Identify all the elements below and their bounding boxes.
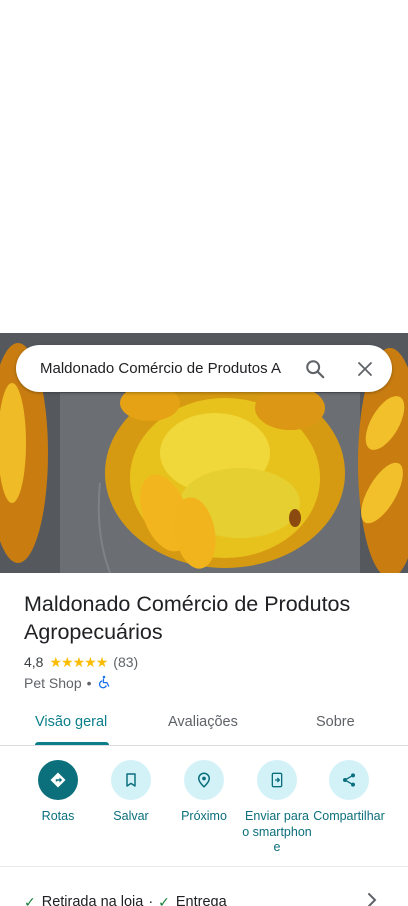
action-buttons: Rotas Salvar Próximo Enviar para o smart… xyxy=(0,760,408,860)
category-row: Pet Shop • xyxy=(24,674,111,692)
star-icon: ★ xyxy=(95,654,109,670)
divider xyxy=(0,866,408,867)
checkmark-icon: ✓ xyxy=(24,893,36,906)
nearby-button[interactable]: Próximo xyxy=(164,760,244,825)
blank-map-area xyxy=(0,0,408,333)
star-icon: ★ xyxy=(72,654,86,670)
place-category: Pet Shop xyxy=(24,675,82,691)
search-icon[interactable] xyxy=(302,356,328,382)
star-icon: ★ xyxy=(84,654,97,670)
search-input[interactable]: Maldonado Comércio de Produtos A xyxy=(40,359,302,378)
share-icon[interactable] xyxy=(329,760,369,800)
share-label: Compartilhar xyxy=(313,809,385,823)
close-icon[interactable] xyxy=(352,356,378,382)
star-icon: ★ xyxy=(61,654,74,670)
service-pickup: Retirada na loja xyxy=(41,894,144,906)
separator-dot: • xyxy=(86,675,92,691)
tab-about[interactable]: Sobre xyxy=(316,714,355,730)
review-count[interactable]: (83) xyxy=(113,654,138,670)
rating-stars: ★ ★ ★ ★ ★ xyxy=(49,654,109,670)
rating-value: 4,8 xyxy=(24,654,44,670)
tab-reviews[interactable]: Avaliações xyxy=(168,714,238,730)
tab-bar: Visão geral Avaliações Sobre xyxy=(0,703,408,746)
rating-row[interactable]: 4,8 ★ ★ ★ ★ ★ (83) xyxy=(24,653,138,671)
nearby-label: Próximo xyxy=(181,809,227,823)
separator-dot: · xyxy=(148,894,154,906)
chevron-right-icon[interactable] xyxy=(364,890,380,906)
star-icon: ★ xyxy=(49,654,62,670)
search-bar[interactable]: Maldonado Comércio de Produtos A xyxy=(16,345,392,392)
save-label: Salvar xyxy=(113,809,149,823)
checkmark-icon: ✓ xyxy=(158,893,170,906)
service-options-row[interactable]: ✓ Retirada na loja · ✓ Entrega xyxy=(24,892,227,906)
directions-button[interactable]: Rotas xyxy=(18,760,98,825)
tab-overview[interactable]: Visão geral xyxy=(35,714,107,730)
wheelchair-accessible-icon xyxy=(97,675,111,692)
send-to-phone-icon[interactable] xyxy=(257,760,297,800)
directions-label: Rotas xyxy=(41,809,75,823)
send-to-phone-label: Enviar para o smartphone xyxy=(242,809,312,854)
bookmark-icon[interactable] xyxy=(111,760,151,800)
service-delivery: Entrega xyxy=(175,894,227,906)
place-title: Maldonado Comércio de Produtos Agropecuá… xyxy=(24,592,351,644)
active-tab-indicator xyxy=(35,742,109,745)
directions-icon[interactable] xyxy=(38,760,78,800)
share-button[interactable]: Compartilhar xyxy=(309,760,389,825)
save-button[interactable]: Salvar xyxy=(91,760,171,825)
nearby-icon[interactable] xyxy=(184,760,224,800)
send-to-phone-button[interactable]: Enviar para o smartphone xyxy=(237,760,317,856)
